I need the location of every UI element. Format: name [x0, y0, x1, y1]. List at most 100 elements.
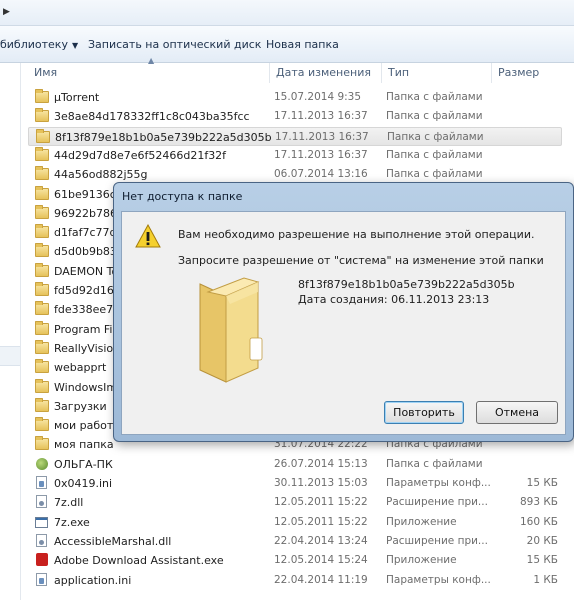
file-type: Параметры конф...	[386, 477, 491, 489]
file-date: 26.07.2014 15:13	[274, 457, 368, 470]
folder-icon	[35, 224, 49, 239]
file-name: ОЛЬГА-ПК	[54, 457, 113, 471]
file-size: 15 КБ	[526, 554, 558, 567]
file-row[interactable]: 0x0419.ini 30.11.2013 15:03 Параметры конф…	[28, 474, 562, 493]
chevron-down-icon: ▼	[71, 41, 79, 50]
column-header-name[interactable]: Имя	[28, 63, 270, 83]
object-created-date: Дата создания: 06.11.2013 23:13	[298, 293, 490, 306]
toolbar: библиотеку ▼ Записать на оптический диск …	[0, 26, 574, 63]
file-date: 17.11.2013 16:37	[274, 110, 368, 123]
folder-icon	[35, 397, 49, 412]
file-date: 15.07.2014 9:35	[274, 91, 362, 103]
file-row[interactable]: 44d29d7d8e7e6f52466d21f32f 17.11.2013 16:…	[28, 146, 562, 165]
file-date: 30.11.2013 15:03	[274, 477, 368, 489]
ini-file-icon	[36, 572, 47, 586]
object-name: 8f13f879e18b1b0a5e739b222a5d305b	[298, 278, 515, 291]
dialog-body: Вам необходимо разрешение на выполнение …	[121, 211, 566, 435]
nav-selected-item[interactable]	[0, 346, 20, 366]
file-name: µTorrent	[54, 91, 100, 104]
new-folder-button[interactable]: Новая папка	[266, 38, 339, 51]
file-type: Папка с файлами	[386, 91, 483, 103]
folder-icon	[35, 417, 49, 432]
file-type: Приложение	[386, 515, 457, 528]
file-name: 44d29d7d8e7e6f52466d21f32f	[54, 148, 227, 162]
folder-icon	[35, 204, 49, 219]
file-name: 8f13f879e18b1b0a5e739b222a5d305b	[55, 130, 272, 144]
retry-button[interactable]: Повторить	[384, 401, 464, 424]
file-row[interactable]: 7z.dll 12.05.2011 15:22 Расширение при... 8…	[28, 493, 562, 512]
file-type: Параметры конф...	[386, 573, 491, 586]
file-name: DAEMON To	[54, 264, 119, 278]
folder-icon	[35, 320, 49, 335]
cancel-button[interactable]: Отмена	[476, 401, 558, 424]
forward-arrow-icon[interactable]: ▶	[3, 7, 10, 17]
folder-icon	[36, 128, 50, 143]
library-label: библиотеку	[0, 38, 68, 51]
column-header-date[interactable]: Дата изменения	[270, 63, 382, 83]
adobe-icon	[36, 553, 48, 567]
file-date: 22.04.2014 11:19	[274, 573, 368, 586]
file-type: Расширение при...	[386, 496, 488, 509]
file-row[interactable]: 7z.exe 12.05.2011 15:22 Приложение 160 КБ	[28, 513, 562, 532]
file-size: 20 КБ	[526, 534, 558, 547]
file-row[interactable]: 3e8ae84d178332ff1c8c043ba35fcc 17.11.2013…	[28, 107, 562, 126]
library-dropdown-button[interactable]: библиотеку ▼	[0, 38, 78, 51]
file-name: моя папка	[54, 438, 114, 452]
file-name: Adobe Download Assistant.exe	[54, 554, 224, 568]
file-name: application.ini	[54, 573, 132, 587]
file-row[interactable]: AccessibleMarshal.dll 22.04.2014 13:24 Рас…	[28, 532, 562, 551]
file-name: webapprt	[54, 361, 107, 375]
file-type: Приложение	[386, 554, 457, 567]
folder-icon	[35, 282, 49, 296]
file-row[interactable]: Adobe Download Assistant.exe 12.05.2014 1…	[28, 551, 562, 570]
computer-icon	[36, 457, 48, 470]
folder-icon	[35, 166, 49, 181]
folder-icon	[35, 89, 49, 103]
warning-icon	[135, 224, 161, 248]
file-name: 44a56od882j55g	[54, 168, 148, 182]
dialog-message: Вам необходимо разрешение на выполнение …	[178, 228, 535, 241]
window-top-strip: ▶	[0, 0, 574, 26]
file-row[interactable]: application.ini 22.04.2014 11:19 Параметры…	[28, 571, 562, 590]
file-date: 17.11.2013 16:37	[274, 148, 368, 161]
folder-icon	[35, 243, 49, 258]
folder-icon	[35, 108, 49, 123]
file-name: мои работы	[54, 419, 123, 433]
navigation-pane[interactable]	[0, 63, 21, 600]
column-header-type[interactable]: Тип	[382, 63, 492, 83]
file-date: 12.05.2014 15:24	[274, 554, 368, 567]
ini-file-icon	[36, 476, 47, 489]
file-type: Папка с файлами	[386, 457, 483, 470]
file-name: 7z.dll	[54, 496, 84, 510]
file-name: 3e8ae84d178332ff1c8c043ba35fcc	[54, 110, 250, 124]
file-name: 0x0419.ini	[54, 477, 113, 490]
file-date: 12.05.2011 15:22	[274, 515, 368, 528]
folder-icon	[35, 185, 49, 200]
file-size: 160 КБ	[519, 515, 558, 528]
folder-icon	[35, 359, 49, 374]
folder-icon	[35, 301, 49, 316]
folder-icon	[35, 146, 49, 161]
file-date: 22.04.2014 13:24	[274, 534, 368, 547]
file-size: 893 КБ	[519, 496, 558, 509]
file-size: 15 КБ	[526, 477, 558, 489]
file-row[interactable]: µTorrent 15.07.2014 9:35 Папка с файлами	[28, 88, 562, 107]
burn-disc-button[interactable]: Записать на оптический диск	[88, 38, 261, 51]
large-folder-icon	[199, 277, 263, 383]
file-type: Папка с файлами	[386, 110, 483, 123]
file-name: ReallyVision	[54, 341, 121, 355]
file-row[interactable]: ОЛЬГА-ПК 26.07.2014 15:13 Папка с файлами	[28, 455, 562, 474]
access-denied-dialog: Нет доступа к папке Вам необходимо разре…	[113, 182, 574, 442]
file-date: 12.05.2011 15:22	[274, 496, 368, 509]
file-name: 7z.exe	[54, 515, 90, 529]
file-size: 1 КБ	[533, 573, 558, 586]
dialog-permission-request: Запросите разрешение от "система" на изм…	[178, 254, 544, 267]
file-date: 06.07.2014 13:16	[274, 168, 368, 181]
file-row[interactable]: 8f13f879e18b1b0a5e739b222a5d305b 17.11.20…	[28, 126, 562, 146]
file-type: Папка с файлами	[387, 130, 484, 143]
file-type: Расширение при...	[386, 534, 488, 547]
folder-icon	[35, 262, 49, 277]
folder-icon	[35, 436, 49, 451]
column-header-size[interactable]: Размер	[492, 63, 574, 83]
folder-icon	[35, 378, 49, 393]
